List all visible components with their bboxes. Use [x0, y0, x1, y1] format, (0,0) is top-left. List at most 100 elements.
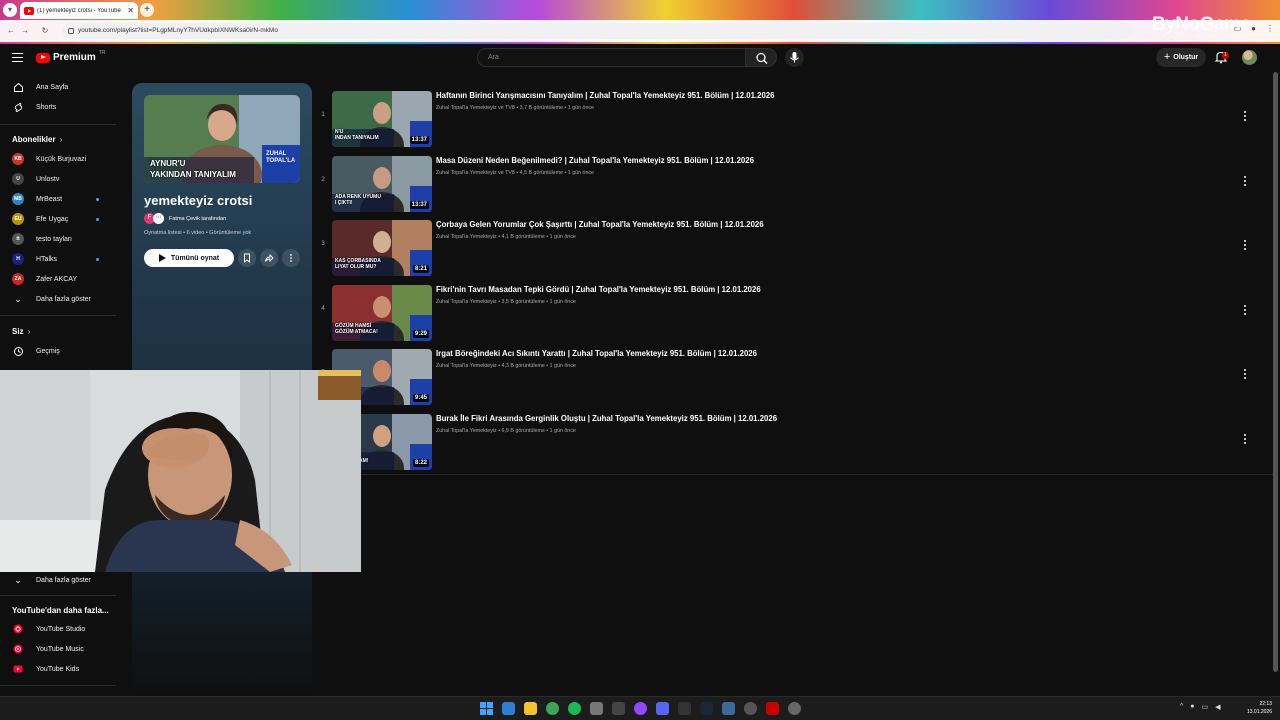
site-info-icon[interactable] — [68, 28, 74, 34]
playlist-video-row[interactable]: 2 ADA RENK UYUMU I ÇIKTI! 13:37 Masa Düz… — [318, 152, 1268, 212]
file-explorer-icon[interactable] — [524, 702, 537, 715]
you-section-title[interactable]: Siz › — [12, 327, 30, 336]
video-title[interactable]: Irgat Böreğindeki Acı Sıkıntı Yarattı | … — [436, 349, 757, 358]
reload-icon[interactable]: ↻ — [38, 26, 52, 35]
subscriptions-section-title[interactable]: Abonelikler › — [12, 135, 62, 144]
network-icon[interactable]: ▭ — [1202, 703, 1209, 711]
back-icon[interactable]: ← — [4, 26, 18, 35]
sidebar-item-subscription[interactable]: U Unlostv — [0, 169, 118, 189]
browser-tab[interactable]: (1) yemekteyiz crotsi - YouTube ✕ — [20, 2, 138, 19]
profile-icon[interactable]: ● — [1251, 24, 1256, 33]
video-title[interactable]: Fikri'nin Tavrı Masadan Tepki Gördü | Zu… — [436, 285, 761, 294]
more-vertical-icon[interactable] — [1242, 175, 1248, 187]
address-bar[interactable]: youtube.com/playlist?list=PLgpMLnyY7hVUd… — [62, 23, 1132, 39]
more-menu-icon[interactable]: ⋮ — [1266, 24, 1274, 33]
sidebar-item-history[interactable]: Geçmiş — [0, 341, 118, 361]
video-title[interactable]: Haftanın Birinci Yarışmacısını Tanıyalım… — [436, 91, 774, 100]
play-all-button[interactable]: Tümünü oynat — [144, 249, 234, 267]
owner-name: Fatma Çevik tarafından — [169, 215, 227, 222]
playlist-video-row[interactable]: 5 ACISI YATTI! 9:45 Irgat Böreğindeki Ac… — [318, 345, 1268, 406]
search-input[interactable]: Ara — [477, 48, 745, 67]
sidebar-item-subscription[interactable]: H HTalks — [0, 249, 118, 269]
sidebar-item-label: Küçük Burjuvazi — [36, 155, 87, 163]
tab-strip: ▾ (1) yemekteyiz crotsi - YouTube ✕ + — [0, 0, 1280, 20]
browser-menu-icon[interactable]: ▾ — [3, 3, 17, 17]
sidebar-show-more[interactable]: ⌄ Daha fazla göster — [0, 289, 118, 309]
channel-name[interactable]: Zuhal Topal'la Yemekteyiz — [436, 299, 497, 305]
more-actions-button[interactable] — [282, 249, 300, 267]
more-vertical-icon[interactable] — [1242, 368, 1248, 380]
app-icon[interactable] — [678, 702, 691, 715]
video-thumbnail[interactable]: N'U INDAN TANIYALIM 13:37 — [332, 91, 432, 147]
sidebar-item-home[interactable]: Ana Sayfa — [0, 77, 118, 97]
playlist-video-row[interactable]: 6 MA SOKMAM! 8:22 Burak İle Fikri Arasın… — [318, 410, 1268, 470]
sidebar-item-subscription[interactable]: KB Küçük Burjuvazi — [0, 149, 118, 169]
obs-icon[interactable] — [744, 702, 757, 715]
forward-icon[interactable]: → — [18, 26, 32, 35]
twitch-icon[interactable] — [634, 702, 647, 715]
app-icon[interactable] — [590, 702, 603, 715]
video-title[interactable]: Masa Düzeni Neden Beğenilmedi? | Zuhal T… — [436, 156, 754, 165]
more-vertical-icon[interactable] — [1242, 110, 1248, 122]
video-meta: Zuhal Topal'la Yemekteyiz • 4,1 B görünt… — [436, 234, 576, 240]
playlist-video-row[interactable]: 3 KAS ÇORBASINDA LIYAT OLUR MU? 8:21 Çor… — [318, 216, 1268, 277]
page-scrollbar[interactable] — [1273, 72, 1278, 672]
hamburger-menu-icon[interactable] — [12, 53, 23, 62]
user-avatar[interactable] — [1242, 50, 1257, 65]
youtube-logo[interactable]: Premium TR — [36, 50, 105, 63]
start-icon[interactable] — [480, 702, 493, 715]
sidebar-item-subscription[interactable]: ZA Zafer AKCAY — [0, 269, 118, 289]
voice-search-button[interactable] — [785, 48, 804, 67]
youtube-app-icon[interactable] — [766, 702, 779, 715]
video-duration: 13:37 — [409, 200, 429, 209]
sidebar-item-label: HTalks — [36, 255, 58, 263]
sidebar-item-subscription[interactable]: EU Efe Uygaç — [0, 209, 118, 229]
app-icon[interactable] — [722, 702, 735, 715]
tab-close-icon[interactable]: ✕ — [127, 6, 134, 15]
new-tab-button[interactable]: + — [140, 3, 154, 17]
system-clock[interactable]: 22:13 13.01.2026 — [1240, 701, 1272, 716]
channel-name[interactable]: Zuhal Topal'la Yemekteyiz — [436, 363, 497, 369]
video-thumbnail[interactable]: ADA RENK UYUMU I ÇIKTI! 13:37 — [332, 155, 432, 212]
channel-name[interactable]: Zuhal Topal'la Yemekteyiz — [436, 428, 497, 434]
chrome-icon[interactable] — [546, 702, 559, 715]
channel-name[interactable]: Zuhal Topal'la Yemekteyiz ve TV8 — [436, 170, 515, 176]
more-vertical-icon[interactable] — [1242, 433, 1248, 445]
app-icon[interactable] — [612, 702, 625, 715]
channel-name[interactable]: Zuhal Topal'la Yemekteyiz ve TV8 — [436, 105, 515, 111]
spotify-icon[interactable] — [568, 702, 581, 715]
tray-overflow-icon[interactable]: ^ — [1180, 703, 1183, 711]
playlist-video-row[interactable]: 1 N'U INDAN TANIYALIM 13:37 Haftanın Bir… — [318, 87, 1268, 147]
sidebar-item-youtube-kids[interactable]: YouTube Kids — [0, 659, 118, 679]
video-index: 3 — [321, 240, 325, 248]
more-vertical-icon[interactable] — [1242, 239, 1248, 251]
widgets-icon[interactable] — [502, 702, 515, 715]
channel-avatar: MB — [12, 193, 24, 205]
video-thumbnail[interactable]: GÖZÜM HAMSİ GÖZÜM ATMACA! 9:29 — [332, 284, 432, 341]
video-title[interactable]: Çorbaya Gelen Yorumlar Çok Şaşırttı | Zu… — [436, 220, 764, 229]
sidebar-item-subscription[interactable]: MB MrBeast — [0, 189, 118, 209]
sidebar-item-youtube-studio[interactable]: YouTube Studio — [0, 619, 118, 639]
playlist-thumbnail[interactable]: AYNUR'U YAKINDAN TANIYALIM ZUHAL TOPAL'L… — [144, 95, 300, 183]
save-playlist-button[interactable] — [238, 249, 256, 267]
sidebar-item-youtube-music[interactable]: YouTube Music — [0, 639, 118, 659]
sidebar-item-label: Ana Sayfa — [36, 83, 69, 91]
share-button[interactable] — [260, 249, 278, 267]
sidebar-item-shorts[interactable]: Shorts — [0, 97, 118, 117]
more-vertical-icon[interactable] — [1242, 304, 1248, 316]
playlist-owner[interactable]: F ⋯ Fatma Çevik tarafından — [144, 213, 226, 224]
video-thumbnail[interactable]: KAS ÇORBASINDA LIYAT OLUR MU? 8:21 — [332, 220, 432, 277]
video-title[interactable]: Burak İle Fikri Arasında Gerginlik Oluşt… — [436, 414, 777, 423]
create-button[interactable]: + Oluştur — [1156, 48, 1206, 67]
settings-icon[interactable] — [788, 702, 801, 715]
mic-tray-icon[interactable]: ● — [1190, 703, 1194, 711]
sidebar-item-subscription[interactable]: tt testo taylan — [0, 229, 118, 249]
volume-icon[interactable]: ◀ — [1215, 703, 1220, 711]
search-button[interactable] — [745, 48, 777, 67]
channel-name[interactable]: Zuhal Topal'la Yemekteyiz — [436, 234, 497, 240]
video-meta: Zuhal Topal'la Yemekteyiz • 4,3 B görünt… — [436, 363, 576, 369]
playlist-video-row[interactable]: 4 GÖZÜM HAMSİ GÖZÜM ATMACA! 9:29 Fikri'n… — [318, 281, 1268, 341]
sidebar-show-more[interactable]: ⌄ Daha fazla göster — [0, 570, 118, 590]
steam-icon[interactable] — [700, 702, 713, 715]
discord-icon[interactable] — [656, 702, 669, 715]
